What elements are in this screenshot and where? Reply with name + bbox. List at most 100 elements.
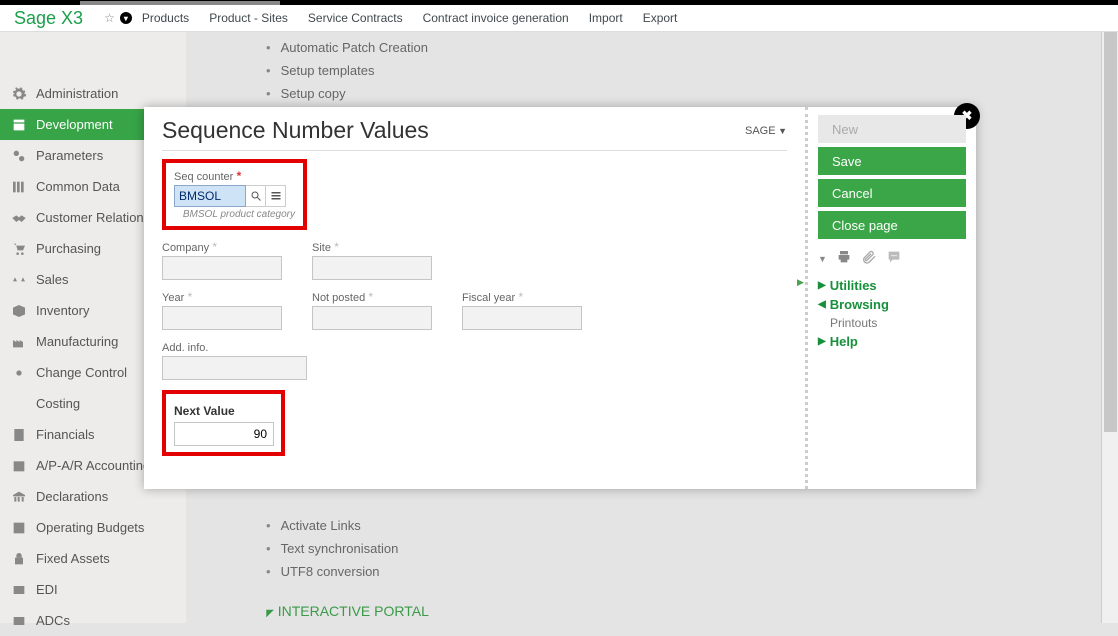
scale-icon — [8, 271, 30, 289]
chevron-down-icon[interactable]: ▼ — [818, 254, 827, 264]
list-item[interactable]: Setup templates — [266, 59, 1118, 82]
sidebar-item-label: Declarations — [36, 489, 108, 504]
sidebar-item-adcs[interactable]: ADCs — [0, 605, 186, 636]
company-label: Company — [162, 240, 282, 254]
site-field[interactable] — [312, 256, 432, 280]
site-label: Site — [312, 240, 432, 254]
gear-icon — [8, 85, 30, 103]
sidebar-item-label: Customer Relation — [36, 210, 144, 225]
edi-icon — [8, 581, 30, 599]
sage-dropdown[interactable]: SAGE — [745, 125, 787, 137]
seq-counter-label: Seq counter — [174, 169, 295, 183]
next-value-header: Next Value — [174, 404, 273, 418]
browsing-link[interactable]: ▶Browsing — [818, 295, 966, 314]
utilities-link[interactable]: ▶Utilities — [818, 276, 966, 295]
sidebar-item-label: Change Control — [36, 365, 127, 380]
calculator-icon — [8, 426, 30, 444]
cancel-button[interactable]: Cancel — [818, 179, 966, 207]
list-item[interactable]: Activate Links — [266, 514, 1118, 537]
dev-icon — [8, 116, 30, 134]
app-logo[interactable]: Sage X3 — [14, 8, 83, 29]
gear-icon — [8, 364, 30, 382]
year-label: Year — [162, 290, 282, 304]
sidebar-item-label: EDI — [36, 582, 58, 597]
company-field[interactable] — [162, 256, 282, 280]
list-item[interactable]: UTF8 conversion — [266, 560, 1118, 583]
close-page-button[interactable]: Close page — [818, 211, 966, 239]
save-button[interactable]: Save — [818, 147, 966, 175]
scrollbar-thumb[interactable] — [1104, 32, 1117, 432]
budget-icon — [8, 519, 30, 537]
sidebar-item-label: Purchasing — [36, 241, 101, 256]
list-item[interactable]: Automatic Patch Creation — [266, 36, 1118, 59]
add-info-label: Add. info. — [162, 340, 307, 354]
top-header: Sage X3 ☆ ▾ Products Product - Sites Ser… — [0, 5, 1118, 32]
help-link[interactable]: ▶Help — [818, 332, 966, 351]
sidebar-item-label: Manufacturing — [36, 334, 118, 349]
sidebar-item-label: Fixed Assets — [36, 551, 110, 566]
modal-action-panel: New Save Cancel Close page ▼ ▶Utilities … — [808, 107, 976, 489]
calendar-icon — [8, 457, 30, 475]
sidebar-item-label: Sales — [36, 272, 69, 287]
sidebar-item-label: Administration — [36, 86, 118, 101]
sidebar-item-administration[interactable]: Administration — [0, 78, 186, 109]
favorite-icon[interactable]: ☆ — [104, 11, 115, 25]
attachment-icon[interactable] — [861, 249, 877, 268]
not-posted-field[interactable] — [312, 306, 432, 330]
next-value-field[interactable] — [174, 422, 274, 446]
bank-icon — [8, 488, 30, 506]
top-link-contract-invoice[interactable]: Contract invoice generation — [423, 11, 569, 25]
sidebar-item-label: Common Data — [36, 179, 120, 194]
sidebar-item-label: Financials — [36, 427, 95, 442]
sidebar-item-edi[interactable]: EDI — [0, 574, 186, 605]
triangle-left-icon: ▶ — [818, 299, 826, 310]
fiscal-year-label: Fiscal year — [462, 290, 582, 304]
top-link-products[interactable]: Products — [142, 11, 189, 25]
new-button[interactable]: New — [818, 115, 966, 143]
sidebar-item-label: Costing — [36, 396, 80, 411]
top-link-product-sites[interactable]: Product - Sites — [209, 11, 288, 25]
printer-icon[interactable] — [835, 249, 853, 268]
handshake-icon — [8, 209, 30, 227]
next-value-highlight: Next Value — [162, 390, 285, 456]
nav-circle-icon[interactable]: ▾ — [120, 12, 132, 24]
sidebar-item-label: Development — [36, 117, 113, 132]
sequence-number-modal: ✖ Sequence Number Values SAGE Seq counte… — [144, 107, 976, 489]
top-link-import[interactable]: Import — [589, 11, 623, 25]
triangle-right-icon: ▶ — [818, 280, 826, 291]
list-item[interactable]: Setup copy — [266, 82, 1118, 105]
sidebar-item-label: ADCs — [36, 613, 70, 628]
list-item[interactable]: Text synchronisation — [266, 537, 1118, 560]
modal-title: Sequence Number Values — [162, 117, 429, 144]
gears-icon — [8, 147, 30, 165]
factory-icon — [8, 333, 30, 351]
sidebar-item-label: A/P-A/R Accounting — [36, 458, 150, 473]
top-link-export[interactable]: Export — [643, 11, 678, 25]
not-posted-label: Not posted — [312, 290, 432, 304]
box-icon — [8, 302, 30, 320]
lock-icon — [8, 550, 30, 568]
list-icon[interactable] — [266, 185, 286, 207]
comment-icon[interactable] — [885, 249, 903, 268]
sidebar-item-label: Parameters — [36, 148, 103, 163]
data-icon — [8, 178, 30, 196]
background-list-mid: Activate Links Text synchronisation UTF8… — [266, 514, 1118, 583]
sidebar-item-fixed-assets[interactable]: Fixed Assets — [0, 543, 186, 574]
search-icon[interactable] — [246, 185, 266, 207]
year-field[interactable] — [162, 306, 282, 330]
chart-icon — [8, 395, 30, 413]
seq-counter-input[interactable] — [174, 185, 246, 207]
seq-counter-highlight: Seq counter BMSOL product category — [162, 159, 307, 230]
printouts-link[interactable]: Printouts — [818, 314, 966, 332]
top-link-service-contracts[interactable]: Service Contracts — [308, 11, 403, 25]
page-scrollbar[interactable] — [1101, 32, 1118, 623]
adc-icon — [8, 612, 30, 630]
seq-help-text: BMSOL product category — [174, 209, 295, 220]
section-interactive-portal[interactable]: INTERACTIVE PORTAL — [266, 603, 1118, 619]
background-list-top: Automatic Patch Creation Setup templates… — [266, 36, 1118, 105]
sidebar-item-label: Operating Budgets — [36, 520, 144, 535]
sidebar-item-operating-budgets[interactable]: Operating Budgets — [0, 512, 186, 543]
fiscal-year-field[interactable] — [462, 306, 582, 330]
triangle-right-icon: ▶ — [818, 336, 826, 347]
add-info-field[interactable] — [162, 356, 307, 380]
